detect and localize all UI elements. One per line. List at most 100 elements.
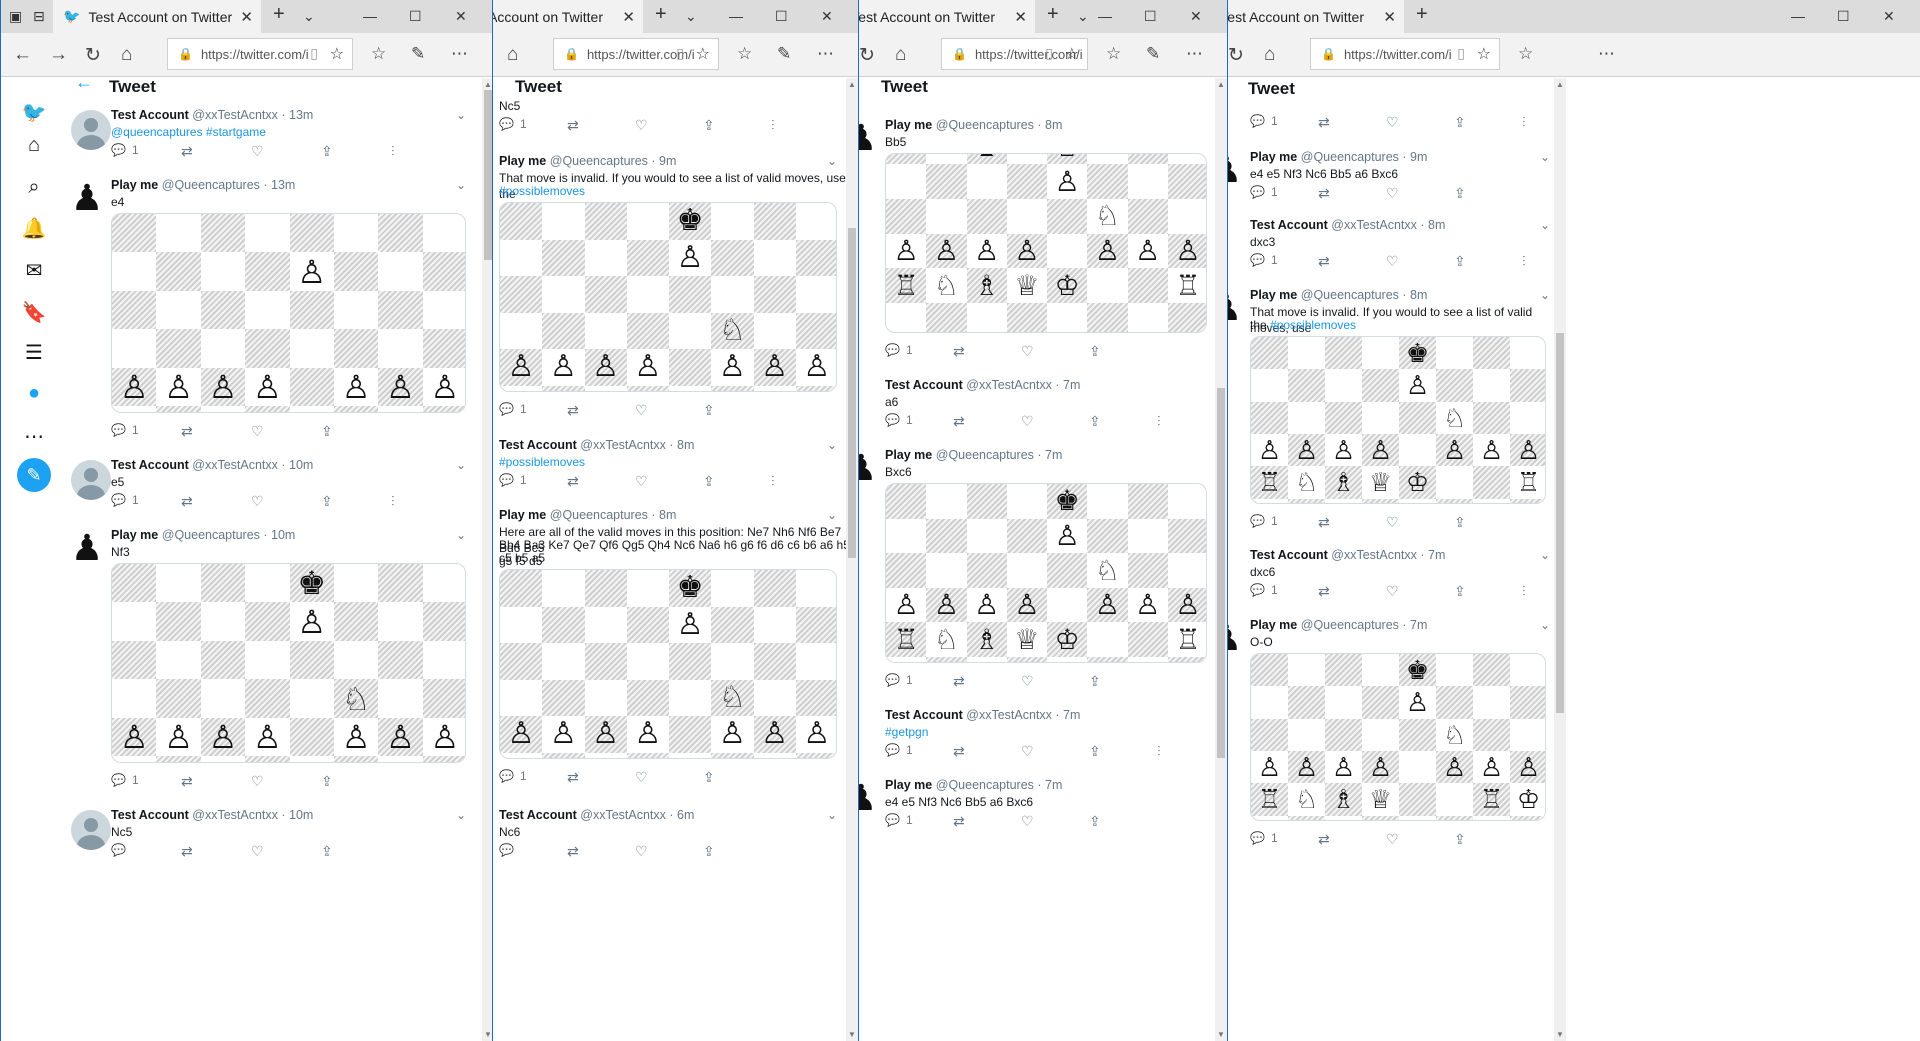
like-icon[interactable]: ♡: [1021, 343, 1034, 360]
profile-icon[interactable]: ●: [19, 382, 49, 405]
reading-view-icon[interactable]: ▯: [676, 45, 684, 62]
reply-icon[interactable]: 💬 1: [499, 402, 527, 416]
forward-icon[interactable]: →: [49, 44, 68, 66]
author-name[interactable]: Play me: [1250, 618, 1297, 632]
author-handle[interactable]: @xxTestAcntxx · 13m: [192, 108, 313, 122]
search-icon[interactable]: ⌕: [19, 176, 49, 199]
home-icon[interactable]: ⌂: [121, 44, 132, 66]
author-handle[interactable]: @xxTestAcntxx · 10m: [192, 458, 313, 472]
scroll-up-arrow-icon[interactable]: ▲: [846, 80, 858, 89]
reading-view-icon[interactable]: ▯: [1045, 45, 1053, 62]
author-handle[interactable]: @Queencaptures · 10m: [162, 528, 296, 542]
like-icon[interactable]: ♡: [1021, 743, 1034, 760]
like-icon[interactable]: ♡: [1386, 185, 1399, 202]
favorites-icon[interactable]: ☆: [1518, 44, 1533, 64]
like-icon[interactable]: ♡: [1386, 253, 1399, 270]
twitter-logo-icon[interactable]: 🐦: [19, 100, 49, 125]
analytics-icon[interactable]: ⫶: [1522, 583, 1526, 600]
favorite-star-icon[interactable]: ☆: [330, 44, 344, 64]
author-handle[interactable]: @Queencaptures · 7m: [936, 448, 1063, 462]
share-icon[interactable]: ⇪: [1089, 343, 1101, 360]
address-bar[interactable]: 🔒 https://twitter.com/i ▯ ☆: [941, 38, 1088, 70]
like-icon[interactable]: ♡: [635, 843, 648, 860]
reading-view-icon[interactable]: ▯: [310, 45, 318, 62]
reply-icon[interactable]: 💬 1: [499, 473, 527, 487]
like-icon[interactable]: ♡: [251, 493, 264, 510]
tweet-menu-chevron-icon[interactable]: ⌄: [827, 808, 837, 822]
favorites-icon[interactable]: ☆: [1106, 44, 1121, 64]
minimize-icon[interactable]: —: [1098, 8, 1112, 24]
like-icon[interactable]: ♡: [1021, 813, 1034, 830]
retweet-icon[interactable]: ⇄: [1318, 831, 1330, 848]
avatar[interactable]: [71, 110, 111, 150]
reading-view-icon[interactable]: ▯: [1457, 45, 1465, 62]
reply-icon[interactable]: 💬 1: [499, 769, 527, 783]
hashtag-link[interactable]: #possiblemoves: [499, 184, 585, 198]
favorites-icon[interactable]: ☆: [371, 44, 386, 64]
author-handle[interactable]: @Queencaptures · 9m: [550, 154, 677, 168]
close-tab-icon[interactable]: ✕: [622, 8, 635, 26]
author-handle[interactable]: @Queencaptures · 7m: [936, 778, 1063, 792]
notes-icon[interactable]: ✎: [777, 44, 791, 64]
like-icon[interactable]: ♡: [635, 402, 648, 419]
analytics-icon[interactable]: ⫶: [771, 473, 775, 490]
tweet-menu-chevron-icon[interactable]: ⌄: [1540, 618, 1550, 632]
retweet-icon[interactable]: ⇄: [1318, 114, 1330, 131]
reply-icon[interactable]: 💬 1: [1250, 114, 1278, 128]
author-handle[interactable]: @xxTestAcntxx · 7m: [966, 378, 1080, 392]
reply-icon[interactable]: 💬 1: [1250, 185, 1278, 199]
share-icon[interactable]: ⇪: [703, 402, 715, 419]
share-icon[interactable]: ⇪: [321, 423, 333, 440]
more-icon[interactable]: ⋯: [1186, 44, 1203, 64]
like-icon[interactable]: ♡: [251, 423, 264, 440]
notes-icon[interactable]: ✎: [1146, 44, 1160, 64]
set-aside-tabs-icon[interactable]: ⊟: [33, 8, 45, 25]
like-icon[interactable]: ♡: [635, 117, 648, 134]
author-handle[interactable]: @Queencaptures · 7m: [1301, 618, 1428, 632]
author-name[interactable]: Play me: [499, 508, 546, 522]
address-bar[interactable]: 🔒 https://twitter.com/i ▯ ☆: [167, 38, 353, 70]
share-icon[interactable]: ⇪: [321, 143, 333, 160]
author-name[interactable]: Play me: [1250, 288, 1297, 302]
new-tab-icon[interactable]: +: [273, 3, 285, 26]
author-handle[interactable]: @Queencaptures · 13m: [162, 178, 296, 192]
like-icon[interactable]: ♡: [1021, 413, 1034, 430]
share-icon[interactable]: ⇪: [1454, 185, 1466, 202]
share-icon[interactable]: ⇪: [1454, 253, 1466, 270]
pawn-avatar-icon[interactable]: ♟: [1228, 618, 1246, 658]
pawn-avatar-icon[interactable]: ♟: [1228, 288, 1246, 328]
author-name[interactable]: Test Account: [499, 438, 577, 452]
author-handle[interactable]: @Queencaptures · 8m: [936, 118, 1063, 132]
pawn-avatar-icon[interactable]: ♟: [859, 778, 881, 818]
scroll-up-arrow-icon[interactable]: ▲: [1215, 80, 1227, 89]
author-name[interactable]: Play me: [885, 448, 932, 462]
more-icon[interactable]: ⋯: [817, 44, 834, 64]
author-name[interactable]: Play me: [111, 528, 158, 542]
like-icon[interactable]: ♡: [1386, 831, 1399, 848]
author-handle[interactable]: @xxTestAcntxx · 8m: [580, 438, 694, 452]
share-icon[interactable]: ⇪: [1089, 413, 1101, 430]
pawn-avatar-icon[interactable]: ♟: [859, 118, 881, 158]
author-handle[interactable]: @Queencaptures · 8m: [1301, 288, 1428, 302]
share-icon[interactable]: ⇪: [1089, 813, 1101, 830]
reply-icon[interactable]: 💬 1: [111, 143, 139, 157]
hashtag-link[interactable]: #getpgn: [885, 725, 928, 739]
tweet-menu-chevron-icon[interactable]: ⌄: [1540, 548, 1550, 562]
analytics-icon[interactable]: ⫶: [1157, 743, 1161, 760]
scroll-down-arrow-icon[interactable]: ▼: [846, 1030, 858, 1039]
explore-icon[interactable]: ⌂: [19, 134, 49, 157]
scrollbar-thumb[interactable]: [1217, 388, 1225, 758]
like-icon[interactable]: ♡: [251, 143, 264, 160]
analytics-icon[interactable]: ⫶: [1157, 413, 1161, 430]
home-icon[interactable]: ⌂: [1264, 44, 1275, 66]
like-icon[interactable]: ♡: [635, 473, 648, 490]
new-tab-icon[interactable]: +: [1047, 3, 1059, 26]
browser-tab[interactable]: 🐦 Test Account on Twitter ✕: [53, 0, 261, 33]
home-icon[interactable]: ⌂: [895, 44, 906, 66]
share-icon[interactable]: ⇪: [321, 773, 333, 790]
scrollbar-thumb[interactable]: [1556, 333, 1564, 713]
lists-icon[interactable]: ☰: [19, 340, 49, 365]
hashtag-link[interactable]: @queencaptures #startgame: [111, 125, 266, 139]
retweet-icon[interactable]: ⇄: [181, 493, 193, 510]
scroll-down-arrow-icon[interactable]: ▼: [1554, 1030, 1566, 1039]
